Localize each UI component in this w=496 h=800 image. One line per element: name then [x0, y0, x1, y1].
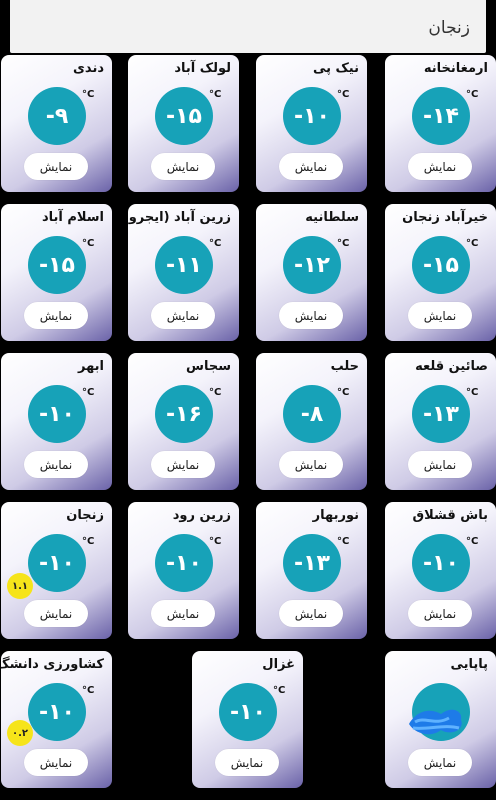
- show-button[interactable]: نمایش: [24, 749, 88, 776]
- station-card[interactable]: غزال -۱۰ °C نمایش: [192, 651, 303, 788]
- temperature-unit: °C: [82, 536, 95, 547]
- rain-badge: ۰.۲: [7, 720, 33, 746]
- temperature-circle: -۱۵: [412, 236, 470, 294]
- station-card[interactable]: کشاورزی دانشگ.. -۱۰°C نمایش ۰.۲: [1, 651, 112, 788]
- station-name: صائین قلعه: [415, 359, 488, 374]
- temperature-circle: -۱۳: [412, 385, 470, 443]
- station-name: نیک پی: [312, 61, 359, 76]
- temperature-unit: °C: [209, 536, 222, 547]
- temperature-circle: -۹: [28, 87, 86, 145]
- station-card[interactable]: زرین رود -۱۰ °C نمایش: [128, 502, 239, 639]
- temperature-circle: -۱۰: [155, 534, 213, 592]
- temperature-circle: -۱۱: [155, 236, 213, 294]
- station-card[interactable]: صائین قلعه -۱۳ °C نمایش: [385, 353, 496, 490]
- station-card[interactable]: سلطانیه -۱۲ °C نمایش: [256, 204, 367, 341]
- station-name: دندی: [73, 61, 104, 76]
- show-button[interactable]: نمایش: [279, 600, 343, 627]
- station-name: باش قشلاق: [412, 508, 488, 523]
- page-title: زنجان: [428, 18, 470, 38]
- temperature-unit: °C: [466, 387, 479, 398]
- show-button[interactable]: نمایش: [151, 302, 215, 329]
- show-button[interactable]: نمایش: [279, 153, 343, 180]
- station-name: غزال: [262, 657, 295, 672]
- station-name: زرین آباد (ایجرود): [128, 210, 231, 225]
- station-card[interactable]: حلب -۸ °C نمایش: [256, 353, 367, 490]
- show-button[interactable]: نمایش: [24, 153, 88, 180]
- temperature-unit: °C: [466, 89, 479, 100]
- temperature-circle: -۸: [283, 385, 341, 443]
- station-name: سلطانیه: [305, 210, 359, 225]
- temperature-circle: -۱۰: [219, 683, 277, 741]
- station-card[interactable]: نیک پی -۱۰ °C نمایش: [256, 55, 367, 192]
- temperature-unit: °C: [209, 89, 222, 100]
- show-button[interactable]: نمایش: [151, 451, 215, 478]
- temperature-circle: -۱۲: [283, 236, 341, 294]
- temperature-unit: °C: [337, 387, 350, 398]
- temperature-circle: -۱۵: [28, 236, 86, 294]
- show-button[interactable]: نمایش: [408, 451, 472, 478]
- show-button[interactable]: نمایش: [279, 451, 343, 478]
- show-button[interactable]: نمایش: [151, 600, 215, 627]
- station-card[interactable]: باش قشلاق -۱۰ °C نمایش: [385, 502, 496, 639]
- temperature-circle: -۱۰: [28, 385, 86, 443]
- station-name: لولک آباد: [174, 61, 231, 76]
- temperature-circle: -۱۰: [412, 534, 470, 592]
- temperature-unit: °C: [337, 536, 350, 547]
- temperature-circle: -۱۴: [412, 87, 470, 145]
- station-card[interactable]: زرین آباد (ایجرود) -۱۱°C نمایش: [128, 204, 239, 341]
- temperature-unit: °C: [466, 536, 479, 547]
- app-header: زنجان: [10, 0, 486, 53]
- temperature-unit: °C: [82, 685, 95, 696]
- station-name: پاپایی: [450, 657, 488, 672]
- show-button[interactable]: نمایش: [151, 153, 215, 180]
- station-card[interactable]: ابهر -۱۰ °C نمایش: [1, 353, 112, 490]
- temperature-circle: -۱۳: [283, 534, 341, 592]
- temperature-unit: °C: [82, 89, 95, 100]
- scribble-overlay: [409, 709, 462, 735]
- station-name: ابهر: [77, 359, 104, 374]
- temperature-unit: °C: [209, 387, 222, 398]
- station-name: زرین رود: [172, 508, 231, 523]
- station-name: کشاورزی دانشگ..: [1, 657, 104, 672]
- show-button[interactable]: نمایش: [279, 302, 343, 329]
- temperature-circle: -۱۰: [28, 683, 86, 741]
- station-name: خیرآباد زنجان: [402, 210, 488, 225]
- temperature-circle: -۱۰: [28, 534, 86, 592]
- temperature-circle: -۱۵: [155, 87, 213, 145]
- show-button[interactable]: نمایش: [215, 749, 279, 776]
- show-button[interactable]: نمایش: [24, 302, 88, 329]
- station-name: زنجان: [66, 508, 104, 523]
- temperature-unit: °C: [466, 238, 479, 249]
- station-name: سجاس: [186, 359, 231, 374]
- station-card[interactable]: دندی -۹ °C نمایش: [1, 55, 112, 192]
- station-card[interactable]: لولک آباد -۱۵ °C نمایش: [128, 55, 239, 192]
- show-button[interactable]: نمایش: [408, 302, 472, 329]
- temperature-unit: °C: [82, 238, 95, 249]
- rain-badge: ۱.۱: [7, 573, 33, 599]
- station-name: حلب: [330, 359, 359, 374]
- station-card[interactable]: اسلام آباد -۱۵ °C نمایش: [1, 204, 112, 341]
- show-button[interactable]: نمایش: [408, 600, 472, 627]
- temperature-unit: °C: [273, 685, 286, 696]
- station-name: نوربهار: [312, 508, 359, 523]
- show-button[interactable]: نمایش: [408, 749, 472, 776]
- temperature-unit: °C: [82, 387, 95, 398]
- station-name: ارمغانخانه: [423, 61, 488, 76]
- station-card[interactable]: سجاس -۱۶ °C نمایش: [128, 353, 239, 490]
- show-button[interactable]: نمایش: [24, 451, 88, 478]
- station-card[interactable]: زنجان -۱۰ °C نمایش ۱.۱: [1, 502, 112, 639]
- temperature-unit: °C: [337, 89, 350, 100]
- show-button[interactable]: نمایش: [408, 153, 472, 180]
- station-card[interactable]: خیرآباد زنجان -۱۵ °C نمایش: [385, 204, 496, 341]
- show-button[interactable]: نمایش: [24, 600, 88, 627]
- temperature-circle: -۱۰: [283, 87, 341, 145]
- station-card[interactable]: نوربهار -۱۳ °C نمایش: [256, 502, 367, 639]
- temperature-unit: °C: [337, 238, 350, 249]
- station-card[interactable]: ارمغانخانه -۱۴ °C نمایش: [385, 55, 496, 192]
- temperature-circle: -۱۶: [155, 385, 213, 443]
- temperature-unit: °C: [209, 238, 222, 249]
- station-name: اسلام آباد: [41, 210, 104, 225]
